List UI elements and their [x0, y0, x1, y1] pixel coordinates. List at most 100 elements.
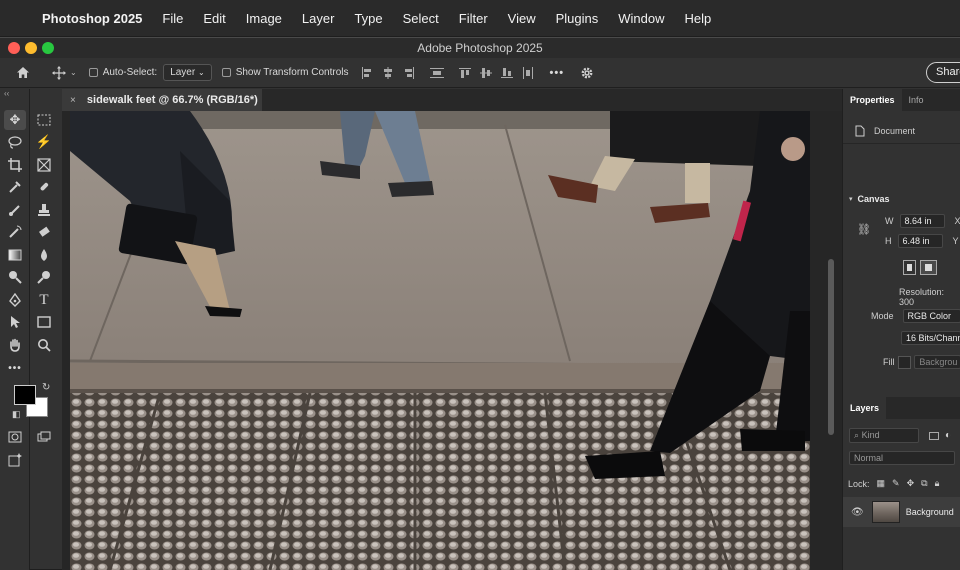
- menu-help[interactable]: Help: [685, 11, 712, 26]
- document-tab[interactable]: × sidewalk feet @ 66.7% (RGB/16*) *: [62, 89, 262, 111]
- gear-icon[interactable]: [576, 62, 598, 84]
- lock-all-icon[interactable]: 🔒︎: [935, 478, 940, 489]
- align-top-icon[interactable]: [459, 67, 471, 79]
- screen-mode-icon[interactable]: [33, 427, 55, 447]
- lock-artboard-icon[interactable]: ⧉: [921, 478, 927, 489]
- fill-swatch[interactable]: [898, 356, 912, 369]
- healing-brush-tool-icon[interactable]: [33, 177, 55, 197]
- image-filter-icon[interactable]: [929, 432, 939, 440]
- canvas-area[interactable]: [62, 111, 842, 570]
- type-tool-icon[interactable]: T: [33, 290, 55, 310]
- lock-transparent-icon[interactable]: ▦: [877, 478, 886, 489]
- rectangle-tool-icon[interactable]: [33, 312, 55, 332]
- menu-layer[interactable]: Layer: [302, 11, 335, 26]
- width-label: W: [885, 216, 894, 226]
- clone-stamp-tool-icon[interactable]: [33, 200, 55, 220]
- fill-dropdown[interactable]: Backgrou: [914, 355, 960, 369]
- menu-select[interactable]: Select: [403, 11, 439, 26]
- align-left-icon[interactable]: [361, 67, 373, 79]
- align-middle-icon[interactable]: [480, 67, 492, 79]
- zoom-window-button[interactable]: [42, 42, 54, 54]
- crop-tool-icon[interactable]: [4, 155, 26, 175]
- vertical-scrollbar[interactable]: [828, 259, 834, 435]
- move-tool-icon[interactable]: ✥: [4, 110, 26, 130]
- align-bottom-icon[interactable]: [501, 67, 513, 79]
- landscape-icon[interactable]: [920, 260, 937, 275]
- dodge-tool-icon[interactable]: [4, 267, 26, 287]
- app-window: Adobe Photoshop 2025 ⌄ Auto-Select: Laye…: [0, 37, 960, 569]
- lock-pixels-icon[interactable]: ✎: [892, 478, 900, 489]
- menu-type[interactable]: Type: [354, 11, 382, 26]
- swap-colors-icon[interactable]: ↻: [42, 382, 50, 393]
- menu-window[interactable]: Window: [618, 11, 664, 26]
- gradient-tool-icon[interactable]: [4, 245, 26, 265]
- chevron-down-icon[interactable]: ⌄: [70, 68, 77, 77]
- menu-plugins[interactable]: Plugins: [556, 11, 599, 26]
- show-transform-label: Show Transform Controls: [236, 67, 349, 78]
- menu-image[interactable]: Image: [246, 11, 282, 26]
- bits-dropdown[interactable]: 16 Bits/Chann: [901, 331, 960, 345]
- menu-file[interactable]: File: [162, 11, 183, 26]
- blend-mode-dropdown[interactable]: Normal: [849, 451, 955, 465]
- resolution-label: Resolution: 300: [899, 287, 960, 307]
- more-options-button[interactable]: •••: [550, 67, 565, 79]
- width-field[interactable]: 8.64 in: [900, 214, 945, 228]
- close-window-button[interactable]: [8, 42, 20, 54]
- auto-select-checkbox[interactable]: [89, 68, 98, 77]
- lock-position-icon[interactable]: ✥: [907, 478, 915, 489]
- foreground-color-swatch-front[interactable]: [14, 385, 36, 405]
- kind-placeholder: Kind: [862, 430, 880, 440]
- distribute-vertical-icon[interactable]: [522, 67, 534, 79]
- app-menu[interactable]: Photoshop 2025: [42, 11, 142, 26]
- height-label: H: [885, 236, 892, 246]
- default-colors-icon[interactable]: ◧: [12, 409, 21, 420]
- generative-fill-icon[interactable]: [4, 450, 26, 470]
- frame-tool-icon[interactable]: [33, 155, 55, 175]
- tab-layers[interactable]: Layers: [843, 397, 886, 419]
- minimize-window-button[interactable]: [25, 42, 37, 54]
- home-icon[interactable]: [12, 62, 34, 84]
- document-photo[interactable]: [70, 111, 810, 570]
- tab-info[interactable]: Info: [902, 89, 931, 111]
- move-tool-icon[interactable]: [48, 62, 70, 84]
- eraser-tool-icon[interactable]: [33, 222, 55, 242]
- smudge-tool-icon[interactable]: [33, 267, 55, 287]
- zoom-tool-icon[interactable]: [33, 335, 55, 355]
- x-label: X: [955, 216, 960, 226]
- collapse-tools-icon[interactable]: ‹‹: [0, 89, 29, 99]
- blur-tool-icon[interactable]: [33, 245, 55, 265]
- eyedropper-tool-icon[interactable]: [4, 177, 26, 197]
- layer-kind-filter[interactable]: ⌕ Kind: [849, 428, 919, 443]
- hand-tool-icon[interactable]: [4, 335, 26, 355]
- show-transform-checkbox[interactable]: [222, 68, 231, 77]
- magic-wand-tool-icon[interactable]: ⚡: [33, 132, 55, 152]
- path-selection-tool-icon[interactable]: [4, 312, 26, 332]
- lock-label: Lock:: [848, 479, 870, 489]
- pen-tool-icon[interactable]: [4, 290, 26, 310]
- menu-edit[interactable]: Edit: [203, 11, 225, 26]
- lasso-tool-icon[interactable]: [4, 132, 26, 152]
- auto-select-dropdown[interactable]: Layer ⌄: [163, 64, 212, 81]
- auto-select-value: Layer: [170, 67, 195, 78]
- layer-row-background[interactable]: 👁︎ Background: [843, 497, 960, 527]
- align-center-icon[interactable]: [382, 67, 394, 79]
- menu-filter[interactable]: Filter: [459, 11, 488, 26]
- height-field[interactable]: 6.48 in: [898, 234, 943, 248]
- brush-tool-icon[interactable]: [4, 200, 26, 220]
- align-right-icon[interactable]: [403, 67, 415, 79]
- edit-toolbar-button[interactable]: •••: [4, 358, 26, 378]
- history-brush-tool-icon[interactable]: [4, 222, 26, 242]
- tab-properties[interactable]: Properties: [843, 89, 902, 111]
- portrait-icon[interactable]: [903, 260, 916, 275]
- canvas-header[interactable]: ▾ Canvas: [843, 194, 960, 204]
- eye-icon[interactable]: 👁︎: [851, 507, 864, 518]
- mode-dropdown[interactable]: RGB Color: [903, 309, 960, 323]
- distribute-icon[interactable]: [430, 67, 444, 79]
- close-tab-icon[interactable]: ×: [70, 95, 76, 106]
- adjustment-filter-icon[interactable]: ◐: [945, 430, 951, 441]
- share-button[interactable]: Share: [926, 62, 960, 83]
- menu-view[interactable]: View: [508, 11, 536, 26]
- width-row: ⛓ W 8.64 in X: [843, 214, 960, 228]
- marquee-tool-icon[interactable]: [33, 110, 55, 130]
- quick-mask-icon[interactable]: [4, 427, 26, 447]
